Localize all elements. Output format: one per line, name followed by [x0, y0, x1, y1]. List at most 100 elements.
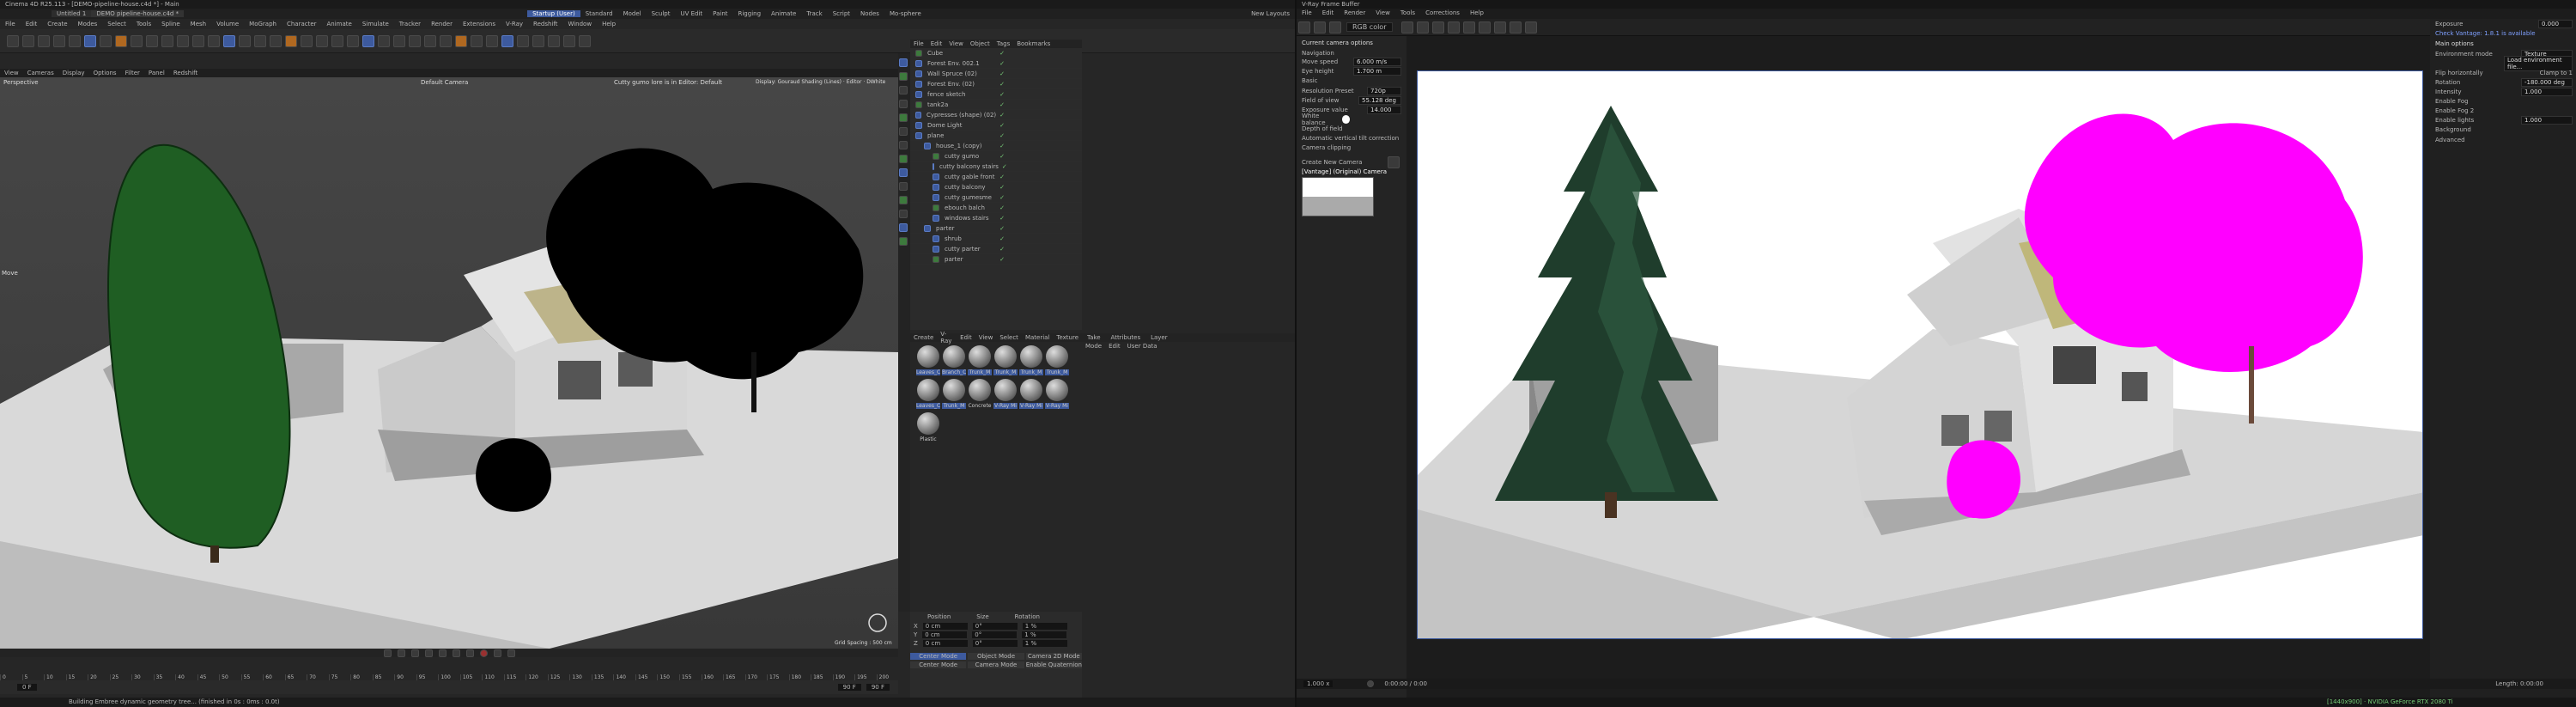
first-frame-icon[interactable]: [383, 649, 392, 657]
object-flags[interactable]: ✓: [999, 143, 1005, 149]
nurbs-icon[interactable]: [899, 100, 908, 108]
mesh-icon[interactable]: [471, 34, 483, 47]
object-row[interactable]: Cypresses (shape) (02) ✓: [910, 110, 1082, 120]
eye-height-field[interactable]: 1.700 m: [1353, 66, 1401, 76]
menu-select[interactable]: Select: [102, 21, 131, 27]
object-row[interactable]: cutty parter ✓: [910, 244, 1082, 254]
menu-tracker[interactable]: Tracker: [394, 21, 426, 27]
layout-tab-8[interactable]: Animate: [766, 10, 801, 17]
material-menu-texture[interactable]: Texture: [1053, 334, 1082, 341]
coord-field[interactable]: 1 %: [1022, 623, 1067, 630]
menu-animate[interactable]: Animate: [322, 21, 357, 27]
vray-settings-icon[interactable]: [362, 34, 374, 47]
dynamics-icon[interactable]: [899, 237, 908, 246]
object-row[interactable]: Cube ✓: [910, 48, 1082, 58]
layout-tab-9[interactable]: Track: [801, 10, 827, 17]
snap-icon[interactable]: [409, 34, 421, 47]
object-row[interactable]: parter ✓: [910, 223, 1082, 234]
grid-icon[interactable]: [424, 34, 436, 47]
layout-tab-3[interactable]: Model: [618, 10, 647, 17]
pen-icon[interactable]: [223, 34, 235, 47]
move-speed-field[interactable]: 6.000 m/s: [1353, 57, 1401, 66]
layout-tab-10[interactable]: Script: [828, 10, 855, 17]
rotate-icon[interactable]: [84, 34, 96, 47]
layout-tab-1[interactable]: Startup (User): [527, 10, 580, 17]
menu-window[interactable]: Window: [562, 21, 597, 27]
material-menu-select[interactable]: Select: [996, 334, 1022, 341]
menu-create[interactable]: Create: [42, 21, 72, 27]
vertical-tilt-row[interactable]: Automatic vertical tilt correction: [1297, 133, 1406, 143]
autokey-icon[interactable]: [493, 649, 501, 657]
menu-edit[interactable]: Edit: [21, 21, 43, 27]
coord-field[interactable]: 0°: [972, 623, 1018, 630]
menu-simulate[interactable]: Simulate: [357, 21, 394, 27]
exposure-top-field[interactable]: 0.000: [2538, 19, 2573, 28]
object-row[interactable]: cutty balcony stairs ✓: [910, 162, 1082, 172]
frame-end-field[interactable]: 90 F: [837, 684, 861, 691]
camera-label[interactable]: Default Camera: [421, 79, 468, 86]
object-flags[interactable]: ✓: [999, 101, 1005, 108]
hair-icon[interactable]: [899, 196, 908, 204]
rotation-field[interactable]: -180.000 deg: [2521, 77, 2573, 87]
move-icon[interactable]: [53, 34, 65, 47]
floor-icon[interactable]: [285, 34, 297, 47]
deformer-icon[interactable]: [899, 127, 908, 136]
zoom-field[interactable]: 1.000 x: [1303, 680, 1334, 687]
lock-icon[interactable]: [563, 34, 575, 47]
fog-row[interactable]: Enable Fog: [2430, 96, 2576, 106]
scale-icon[interactable]: [69, 34, 81, 47]
menu-mesh[interactable]: Mesh: [185, 21, 211, 27]
light-icon[interactable]: [899, 168, 908, 177]
layout-tab-11[interactable]: Nodes: [855, 10, 884, 17]
object-row[interactable]: Forest Env. (02) ✓: [910, 79, 1082, 89]
cube-icon[interactable]: [899, 58, 908, 67]
flip-row[interactable]: Flip horizontally Clamp to 1: [2430, 68, 2576, 77]
light-icon[interactable]: [1462, 21, 1475, 34]
channel-select[interactable]: RGB color: [1346, 22, 1393, 32]
next-key-icon[interactable]: [452, 649, 460, 657]
menu-extensions[interactable]: Extensions: [458, 21, 501, 27]
object-row[interactable]: cutty gumesme ✓: [910, 192, 1082, 203]
object-flags[interactable]: ✓: [999, 122, 1005, 129]
coord-field[interactable]: 0 cm: [922, 623, 968, 630]
object-flags[interactable]: ✓: [999, 256, 1005, 263]
prev-frame-icon[interactable]: [410, 649, 419, 657]
sphere-icon[interactable]: [899, 72, 908, 81]
sketch-icon[interactable]: [899, 210, 908, 218]
redo-icon[interactable]: [22, 34, 34, 47]
viewport-menu-panel[interactable]: Panel: [144, 70, 169, 76]
material-swatch[interactable]: Leaves_C: [916, 345, 940, 375]
undo-icon[interactable]: [7, 34, 19, 47]
material-menu-vray[interactable]: V-Ray: [937, 331, 957, 344]
exposure-field[interactable]: 14.000: [1367, 105, 1401, 114]
mode-button[interactable]: Center Mode: [910, 661, 967, 668]
coords-icon[interactable]: [146, 34, 158, 47]
camera-icon[interactable]: [899, 155, 908, 163]
advanced-section[interactable]: Advanced: [2430, 135, 2576, 145]
object-row[interactable]: cutty gumo ✓: [910, 151, 1082, 162]
save-icon[interactable]: [1314, 21, 1326, 34]
render-settings-icon[interactable]: [192, 34, 204, 47]
render-icon[interactable]: [177, 34, 189, 47]
attr-tab-take[interactable]: Take: [1082, 334, 1106, 341]
layout-tab-6[interactable]: Paint: [708, 10, 732, 17]
material-menu-edit[interactable]: Edit: [957, 334, 975, 341]
camera-preview-thumb[interactable]: [1302, 177, 1374, 216]
material-swatch[interactable]: Trunk_M: [968, 345, 992, 375]
cloner-icon[interactable]: [254, 34, 266, 47]
timeline-ruler[interactable]: 0 5 10 15 20 25 30 35 40 45 50 55 60 65 70 75 80 85 90 95 10…: [0, 661, 898, 680]
material-swatch[interactable]: V-Ray Mi: [993, 379, 1018, 409]
object-flags[interactable]: ✓: [999, 153, 1005, 160]
object-row[interactable]: Wall Spruce (02) ✓: [910, 69, 1082, 79]
intensity-field[interactable]: 1.000: [2521, 87, 2573, 96]
mograph-icon[interactable]: [899, 223, 908, 232]
axis-icon[interactable]: [548, 34, 560, 47]
lights-label[interactable]: Enable lights: [2435, 117, 2474, 124]
pick-icon[interactable]: [1447, 21, 1460, 34]
create-camera-button[interactable]: [1388, 155, 1400, 168]
menu-volume[interactable]: Volume: [211, 21, 244, 27]
white-balance-swatch[interactable]: [1341, 114, 1350, 124]
layout-tab-12[interactable]: Mo-sphere: [884, 10, 927, 17]
menu-mograph[interactable]: MoGraph: [244, 21, 282, 27]
object-row[interactable]: ebouch balch ✓: [910, 203, 1082, 213]
